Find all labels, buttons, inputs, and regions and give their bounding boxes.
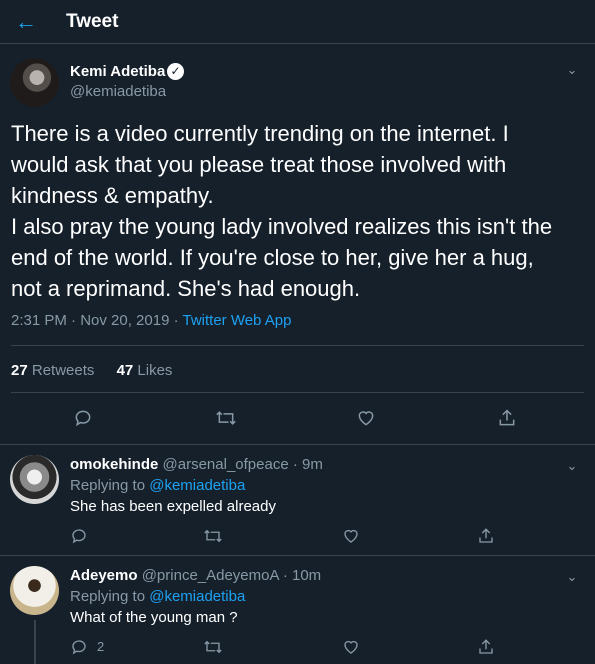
reply-icon[interactable] (70, 638, 88, 656)
retweet-icon[interactable] (215, 408, 237, 428)
chevron-down-icon[interactable]: ⌄ (565, 459, 579, 473)
reply-header: omokehinde @arsenal_ofpeace · 9m (70, 456, 323, 473)
likes-count: 47 (116, 362, 134, 379)
divider (11, 345, 584, 346)
tweet-meta: 2:31 PM · Nov 20, 2019 · Twitter Web App (11, 312, 291, 329)
tweet-timestamp[interactable]: 2:31 PM · Nov 20, 2019 · (11, 312, 182, 329)
tweet-source-link[interactable]: Twitter Web App (182, 312, 291, 329)
replying-to: Replying to @kemiadetiba (70, 477, 245, 494)
avatar[interactable] (10, 58, 59, 107)
top-bar: ← Tweet (0, 0, 595, 44)
replying-to-link[interactable]: @kemiadetiba (149, 588, 245, 605)
avatar[interactable] (10, 455, 59, 504)
likes-stat[interactable]: 47 Likes (117, 362, 173, 379)
like-icon[interactable] (342, 527, 360, 545)
divider (0, 555, 595, 556)
author-name[interactable]: Kemi Adetiba (70, 63, 165, 80)
chevron-down-icon[interactable]: ⌄ (565, 63, 579, 77)
replying-to-link[interactable]: @kemiadetiba (149, 477, 245, 494)
replying-to: Replying to @kemiadetiba (70, 588, 245, 605)
retweets-label: Retweets (27, 362, 95, 379)
retweets-stat[interactable]: 27 Retweets (11, 362, 94, 379)
share-icon[interactable] (477, 638, 495, 656)
retweet-icon[interactable] (203, 638, 223, 656)
tweet-text-line: There is a video currently trending on t… (11, 121, 509, 146)
tweet-stats: 27 Retweets 47 Likes (11, 362, 172, 379)
thread-line (34, 620, 36, 664)
tweet-text-line: end of the world. If you're close to her… (11, 245, 534, 270)
reply-icon[interactable] (70, 527, 88, 545)
tweet-text-line: would ask that you please treat those in… (11, 152, 507, 177)
divider (0, 444, 595, 445)
chevron-down-icon[interactable]: ⌄ (565, 570, 579, 584)
tweet-text-line: I also pray the young lady involved real… (11, 214, 553, 239)
page-title: Tweet (66, 11, 119, 32)
reply-count: 2 (97, 639, 105, 654)
retweet-icon[interactable] (203, 527, 223, 545)
replying-prefix: Replying to (70, 588, 150, 605)
reply-icon[interactable] (73, 408, 93, 428)
replying-prefix: Replying to (70, 477, 150, 494)
back-arrow-icon[interactable]: ← (15, 11, 39, 33)
reply-author-name[interactable]: omokehinde (70, 456, 158, 473)
tweet-text-line: not a reprimand. She's had enough. (11, 276, 361, 301)
reply-text: What of the young man ? (70, 609, 238, 626)
reply-author-name[interactable]: Adeyemo (70, 567, 138, 584)
share-icon[interactable] (477, 527, 495, 545)
reply-handle-time[interactable]: @prince_AdeyemoA · 10m (138, 567, 322, 584)
tweet-text: There is a video currently trending on t… (11, 118, 586, 304)
verified-badge-icon: ✓ (167, 63, 184, 80)
reply-handle-time[interactable]: @arsenal_ofpeace · 9m (158, 456, 323, 473)
like-icon[interactable] (356, 408, 376, 428)
like-icon[interactable] (342, 638, 360, 656)
divider (11, 392, 584, 393)
reply-header: Adeyemo @prince_AdeyemoA · 10m (70, 567, 321, 584)
tweet-text-line: kindness & empathy. (11, 183, 214, 208)
share-icon[interactable] (497, 408, 517, 428)
retweets-count: 27 (11, 362, 28, 379)
author-handle[interactable]: @kemiadetiba (70, 83, 166, 100)
likes-label: Likes (133, 362, 173, 379)
reply-text: She has been expelled already (70, 498, 276, 515)
avatar[interactable] (10, 566, 59, 615)
